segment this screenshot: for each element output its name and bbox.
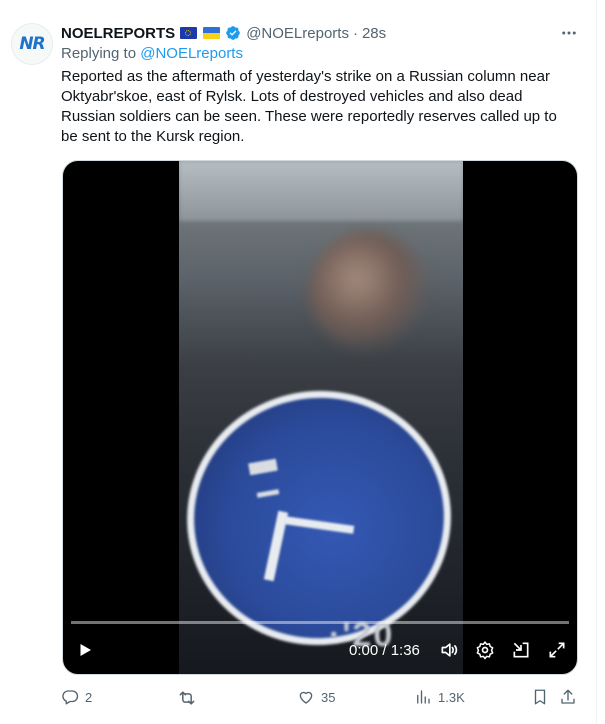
video-frame: ·'20 — [179, 161, 463, 674]
more-icon[interactable] — [558, 22, 580, 44]
tweet-header: NOELREPORTS @NOELreports · 28s — [61, 22, 386, 44]
like-button[interactable]: 35 — [297, 688, 335, 706]
reply-count: 2 — [85, 689, 93, 705]
display-name[interactable]: NOELREPORTS — [61, 25, 175, 42]
replying-prefix: Replying to — [61, 45, 137, 62]
replying-handle-link[interactable]: @NOELreports — [140, 45, 243, 62]
ukraine-flag-icon — [203, 27, 221, 39]
video-player[interactable]: ·'20 0:00 / 1:36 — [62, 160, 578, 675]
settings-icon[interactable] — [473, 634, 497, 666]
share-icon — [561, 689, 575, 704]
video-progress-bar[interactable] — [71, 621, 569, 624]
play-icon[interactable] — [73, 634, 97, 666]
bookmark-icon — [534, 689, 546, 705]
page-edge — [596, 0, 605, 724]
minimize-icon[interactable] — [509, 634, 533, 666]
retweet-button[interactable] — [177, 688, 203, 708]
share-button[interactable] — [559, 688, 577, 706]
fullscreen-icon[interactable] — [545, 634, 569, 666]
volume-icon[interactable] — [437, 634, 461, 666]
views-button[interactable]: 1.3K — [414, 688, 465, 706]
avatar-text: NR — [19, 34, 45, 54]
retweet-icon — [179, 691, 195, 705]
timestamp[interactable]: 28s — [362, 25, 386, 42]
reply-button[interactable]: 2 — [61, 688, 92, 706]
separator-dot: · — [352, 24, 358, 42]
tweet-text: Reported as the aftermath of yesterday's… — [61, 68, 557, 145]
views-count: 1.3K — [438, 689, 465, 705]
video-timecode: 0:00 / 1:36 — [349, 642, 420, 659]
eu-flag-icon — [180, 27, 198, 39]
tweet[interactable]: NR NOELREPORTS @NOELreports · 28s Replyi… — [0, 0, 596, 724]
like-count: 35 — [321, 689, 336, 705]
avatar[interactable]: NR — [11, 23, 53, 65]
bookmark-button[interactable] — [531, 688, 549, 706]
verified-badge-icon[interactable] — [225, 25, 241, 41]
like-icon — [299, 691, 313, 704]
views-icon — [417, 690, 430, 704]
reply-icon — [62, 690, 79, 705]
handle[interactable]: @NOELreports — [246, 25, 349, 42]
replying-to: Replying to @NOELreports — [61, 45, 243, 62]
video-controls: 0:00 / 1:36 — [63, 634, 577, 666]
action-bar: 2 35 1.3K — [61, 688, 581, 710]
